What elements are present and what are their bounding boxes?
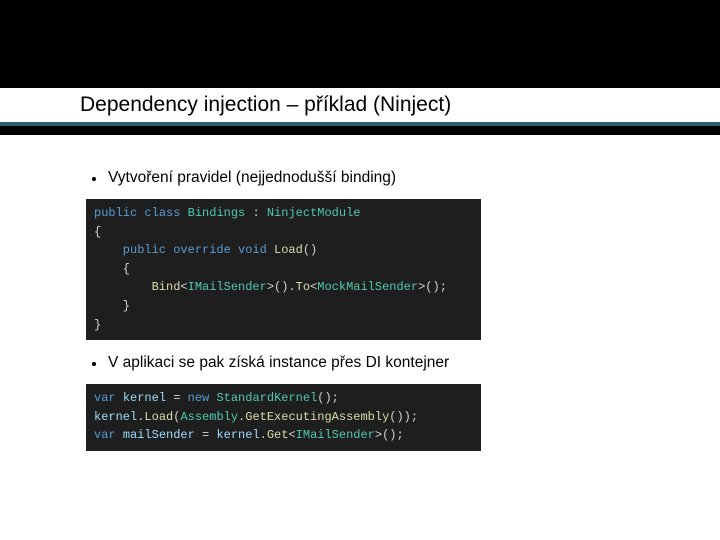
code-text: < bbox=[180, 280, 187, 294]
slide-header: Dependency injection – příklad (Ninject) bbox=[0, 0, 720, 135]
code-text: = bbox=[166, 391, 188, 405]
header-accent-bar bbox=[0, 122, 720, 135]
code-method: To bbox=[296, 280, 310, 294]
code-keyword: var bbox=[94, 428, 116, 442]
code-text: } bbox=[94, 299, 130, 313]
code-text: >(); bbox=[375, 428, 404, 442]
code-text: . bbox=[260, 428, 267, 442]
code-variable: kernel bbox=[123, 391, 166, 405]
code-class: Assembly bbox=[180, 410, 238, 424]
code-text bbox=[116, 391, 123, 405]
code-method: GetExecutingAssembly bbox=[245, 410, 389, 424]
bullet-dot-icon bbox=[92, 177, 96, 181]
code-method: Load bbox=[144, 410, 173, 424]
code-text: } bbox=[94, 318, 101, 332]
code-text: () bbox=[303, 243, 317, 257]
slide-title: Dependency injection – příklad (Ninject) bbox=[80, 93, 451, 117]
code-class: StandardKernel bbox=[216, 391, 317, 405]
code-text: (); bbox=[317, 391, 339, 405]
code-text: { bbox=[94, 225, 101, 239]
code-keyword: public bbox=[94, 206, 137, 220]
title-strip: Dependency injection – příklad (Ninject) bbox=[0, 88, 720, 122]
bullet-item: V aplikaci se pak získá instance přes DI… bbox=[86, 354, 640, 372]
code-keyword: var bbox=[94, 391, 116, 405]
code-class: Bindings bbox=[188, 206, 246, 220]
code-text: >(). bbox=[267, 280, 296, 294]
code-keyword: public override void bbox=[94, 243, 274, 257]
code-keyword: new bbox=[188, 391, 210, 405]
code-keyword: class bbox=[144, 206, 180, 220]
bullet-text: V aplikaci se pak získá instance přes DI… bbox=[108, 354, 449, 372]
code-class: IMailSender bbox=[188, 280, 267, 294]
code-text: { bbox=[94, 262, 130, 276]
bullet-item: Vytvoření pravidel (nejjednodušší bindin… bbox=[86, 169, 640, 187]
code-text: = bbox=[195, 428, 217, 442]
code-method: Bind bbox=[152, 280, 181, 294]
code-text: < bbox=[288, 428, 295, 442]
code-text: : bbox=[245, 206, 267, 220]
code-text: ()); bbox=[389, 410, 418, 424]
code-text: >(); bbox=[418, 280, 447, 294]
code-variable: kernel bbox=[216, 428, 259, 442]
bullet-text: Vytvoření pravidel (nejjednodušší bindin… bbox=[108, 169, 396, 187]
header-background-top bbox=[0, 0, 720, 88]
bullet-dot-icon bbox=[92, 362, 96, 366]
code-block-bindings: public class Bindings : NinjectModule { … bbox=[86, 199, 481, 340]
code-block-usage: var kernel = new StandardKernel(); kerne… bbox=[86, 384, 481, 451]
code-method: Load bbox=[274, 243, 303, 257]
code-class: IMailSender bbox=[296, 428, 375, 442]
code-variable: kernel bbox=[94, 410, 137, 424]
code-method: Get bbox=[267, 428, 289, 442]
code-text bbox=[180, 206, 187, 220]
slide-content: Vytvoření pravidel (nejjednodušší bindin… bbox=[0, 135, 720, 461]
code-variable: mailSender bbox=[123, 428, 195, 442]
code-text bbox=[116, 428, 123, 442]
code-class: MockMailSender bbox=[317, 280, 418, 294]
code-class: NinjectModule bbox=[267, 206, 361, 220]
code-text bbox=[94, 280, 152, 294]
